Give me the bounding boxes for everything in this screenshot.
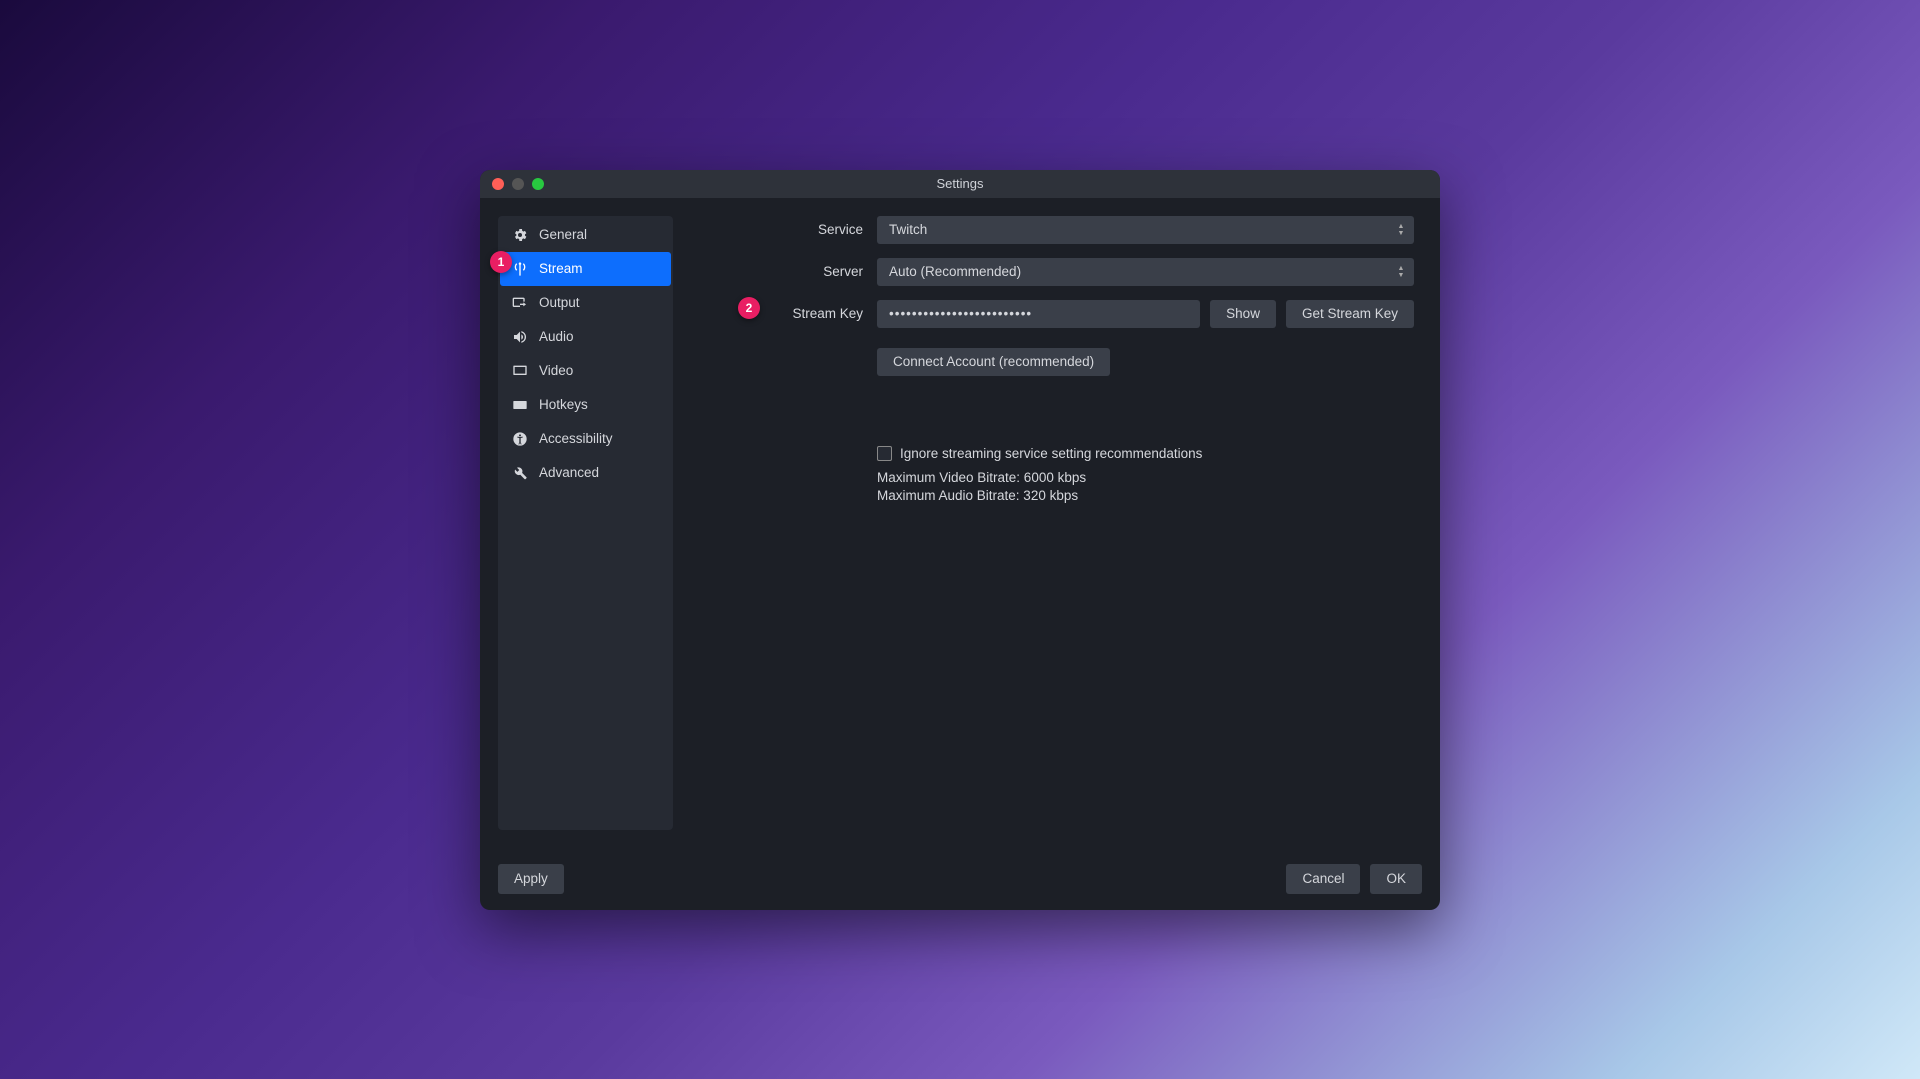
footer: Apply Cancel OK [480,848,1440,910]
window-title: Settings [937,176,984,191]
server-dropdown[interactable]: Auto (Recommended) ▲▼ [877,258,1414,286]
service-value: Twitch [889,222,927,237]
stream-key-row: Stream Key ••••••••••••••••••••••••• Sho… [699,300,1414,328]
stream-key-value: ••••••••••••••••••••••••• [889,306,1032,321]
sidebar-item-label: Video [539,363,573,378]
settings-window: Settings 1 2 General Stream Output Audio [480,170,1440,910]
tools-icon [512,465,528,481]
server-row: Server Auto (Recommended) ▲▼ [699,258,1414,286]
speaker-icon [512,329,528,345]
show-button[interactable]: Show [1210,300,1276,328]
traffic-lights [492,178,544,190]
sidebar-item-label: Accessibility [539,431,613,446]
service-dropdown[interactable]: Twitch ▲▼ [877,216,1414,244]
service-label: Service [699,222,867,237]
window-body: 1 2 General Stream Output Audio Video [480,198,1440,848]
sidebar-item-label: Hotkeys [539,397,588,412]
server-label: Server [699,264,867,279]
stream-key-input[interactable]: ••••••••••••••••••••••••• [877,300,1200,328]
annotation-badge-1: 1 [490,251,512,273]
monitor-icon [512,363,528,379]
chevron-updown-icon: ▲▼ [1392,216,1410,244]
ignore-recommendations-row: Ignore streaming service setting recomme… [877,446,1414,461]
sidebar-item-stream[interactable]: Stream [500,252,671,286]
cancel-button[interactable]: Cancel [1286,864,1360,894]
sidebar-item-label: Audio [539,329,574,344]
maximize-window-button[interactable] [532,178,544,190]
sidebar-item-accessibility[interactable]: Accessibility [500,422,671,456]
sidebar-item-general[interactable]: General [500,218,671,252]
connect-row: Connect Account (recommended) [877,348,1414,376]
server-value: Auto (Recommended) [889,264,1021,279]
main-panel: Service Twitch ▲▼ Server Auto (Recommend… [673,198,1440,848]
service-row: Service Twitch ▲▼ [699,216,1414,244]
sidebar-item-video[interactable]: Video [500,354,671,388]
ignore-recommendations-checkbox[interactable] [877,446,892,461]
bitrate-info: Maximum Video Bitrate: 6000 kbps Maximum… [877,469,1414,507]
sidebar-item-advanced[interactable]: Advanced [500,456,671,490]
sidebar-item-output[interactable]: Output [500,286,671,320]
sidebar-item-audio[interactable]: Audio [500,320,671,354]
ignore-recommendations-label: Ignore streaming service setting recomme… [900,446,1202,461]
titlebar: Settings [480,170,1440,198]
ok-button[interactable]: OK [1370,864,1422,894]
antenna-icon [512,261,528,277]
sidebar-item-hotkeys[interactable]: Hotkeys [500,388,671,422]
max-video-bitrate: Maximum Video Bitrate: 6000 kbps [877,469,1414,488]
connect-account-button[interactable]: Connect Account (recommended) [877,348,1110,376]
get-stream-key-button[interactable]: Get Stream Key [1286,300,1414,328]
sidebar-item-label: General [539,227,587,242]
annotation-badge-2: 2 [738,297,760,319]
max-audio-bitrate: Maximum Audio Bitrate: 320 kbps [877,487,1414,506]
stream-key-label: Stream Key [699,306,867,321]
sidebar-item-label: Stream [539,261,583,276]
sidebar: General Stream Output Audio Video Hotkey… [498,216,673,830]
output-icon [512,295,528,311]
gear-icon [512,227,528,243]
minimize-window-button[interactable] [512,178,524,190]
apply-button[interactable]: Apply [498,864,564,894]
keyboard-icon [512,397,528,413]
chevron-updown-icon: ▲▼ [1392,258,1410,286]
close-window-button[interactable] [492,178,504,190]
sidebar-item-label: Output [539,295,580,310]
accessibility-icon [512,431,528,447]
sidebar-item-label: Advanced [539,465,599,480]
